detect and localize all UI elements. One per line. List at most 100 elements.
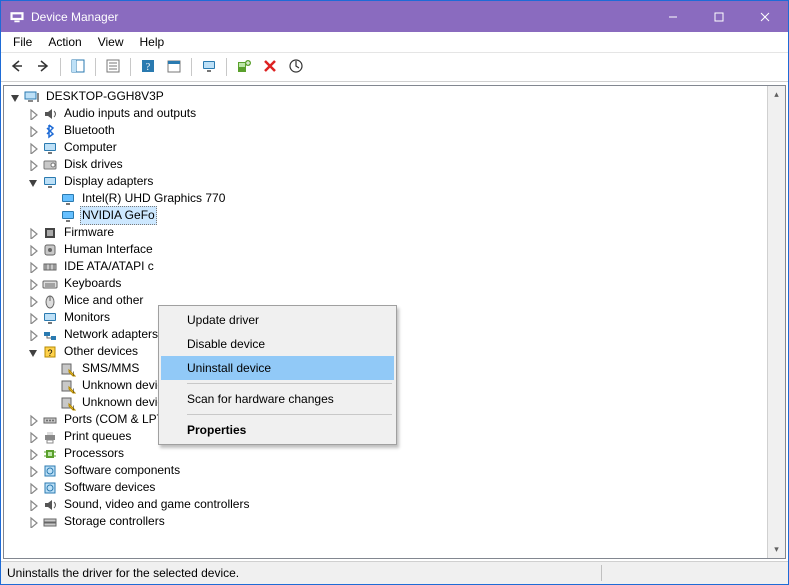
mouse-icon bbox=[42, 293, 58, 309]
tree-expander-icon[interactable] bbox=[26, 175, 40, 189]
scroll-up-icon[interactable]: ▴ bbox=[768, 86, 785, 103]
tree-node[interactable]: Software components bbox=[8, 462, 768, 479]
bluetooth-icon bbox=[42, 123, 58, 139]
other-icon: ? bbox=[42, 344, 58, 360]
context-menu[interactable]: Update driverDisable deviceUninstall dev… bbox=[158, 305, 397, 445]
tree-node-label: Software components bbox=[62, 462, 182, 479]
tree-expander-icon[interactable] bbox=[26, 515, 40, 529]
tree-expander-icon[interactable] bbox=[26, 413, 40, 427]
tree-expander-icon[interactable] bbox=[26, 141, 40, 155]
toolbar-separator bbox=[226, 58, 227, 76]
context-menu-item[interactable]: Scan for hardware changes bbox=[161, 387, 394, 411]
tree-expander-icon[interactable] bbox=[26, 226, 40, 240]
menu-file[interactable]: File bbox=[5, 33, 40, 51]
statusbar: Uninstalls the driver for the selected d… bbox=[1, 561, 788, 584]
unknown-warn-icon: ! bbox=[60, 395, 76, 411]
tree-expander-icon[interactable] bbox=[26, 328, 40, 342]
tree-node[interactable]: Sound, video and game controllers bbox=[8, 496, 768, 513]
window-root: Device Manager File Action View Help ? D… bbox=[0, 0, 789, 585]
properties-button[interactable] bbox=[101, 55, 125, 79]
port-icon bbox=[42, 412, 58, 428]
help-button[interactable]: ? bbox=[136, 55, 160, 79]
context-menu-item[interactable]: Properties bbox=[161, 418, 394, 442]
menu-action[interactable]: Action bbox=[40, 33, 89, 51]
tree-expander-icon[interactable] bbox=[26, 498, 40, 512]
tree-node[interactable]: Display adapters bbox=[8, 173, 768, 190]
menu-help[interactable]: Help bbox=[132, 33, 173, 51]
minimize-button[interactable] bbox=[650, 1, 696, 32]
delete-icon bbox=[262, 58, 278, 77]
maximize-button[interactable] bbox=[696, 1, 742, 32]
tree-node[interactable]: Bluetooth bbox=[8, 122, 768, 139]
tree-expander-icon[interactable] bbox=[26, 243, 40, 257]
context-menu-item[interactable]: Uninstall device bbox=[161, 356, 394, 380]
tree-node[interactable]: Computer bbox=[8, 139, 768, 156]
tree-expander-icon[interactable] bbox=[26, 447, 40, 461]
tree-node-label: Computer bbox=[62, 139, 119, 156]
tree-node[interactable]: DESKTOP-GGH8V3P bbox=[8, 88, 768, 105]
tree-node-label: Firmware bbox=[62, 224, 116, 241]
tree-node-label: NVIDIA GeFo bbox=[80, 206, 157, 225]
scroll-down-icon[interactable]: ▾ bbox=[768, 541, 785, 558]
computer-icon bbox=[24, 89, 40, 105]
tree-node-label: Software devices bbox=[62, 479, 157, 496]
tree-node[interactable]: Disk drives bbox=[8, 156, 768, 173]
tree-node[interactable]: Keyboards bbox=[8, 275, 768, 292]
nav-back-button[interactable] bbox=[5, 55, 29, 79]
tree-node[interactable]: Human Interface bbox=[8, 241, 768, 258]
context-menu-item[interactable]: Update driver bbox=[161, 308, 394, 332]
tree-expander-icon[interactable] bbox=[26, 277, 40, 291]
tree-node-label: IDE ATA/ATAPI c bbox=[62, 258, 156, 275]
tree-node[interactable]: Storage controllers bbox=[8, 513, 768, 530]
unknown-warn-icon: ! bbox=[60, 361, 76, 377]
cpu-icon bbox=[42, 446, 58, 462]
svg-text:?: ? bbox=[146, 62, 151, 73]
tree-node-label: DESKTOP-GGH8V3P bbox=[44, 88, 166, 105]
tree-expander-icon[interactable] bbox=[26, 124, 40, 138]
monitor-icon bbox=[201, 58, 217, 77]
statusbar-text: Uninstalls the driver for the selected d… bbox=[7, 566, 239, 580]
tree-node[interactable]: Audio inputs and outputs bbox=[8, 105, 768, 122]
keyboard-icon bbox=[42, 276, 58, 292]
tree-node[interactable]: Processors bbox=[8, 445, 768, 462]
vertical-scrollbar[interactable]: ▴ ▾ bbox=[767, 86, 785, 558]
tree-node[interactable]: Intel(R) UHD Graphics 770 bbox=[8, 190, 768, 207]
menu-view[interactable]: View bbox=[90, 33, 132, 51]
nav-back-icon bbox=[9, 58, 25, 77]
tree-expander-icon[interactable] bbox=[26, 311, 40, 325]
titlebar[interactable]: Device Manager bbox=[1, 1, 788, 32]
toolbar-separator bbox=[191, 58, 192, 76]
context-menu-item[interactable]: Disable device bbox=[161, 332, 394, 356]
tree-expander-icon[interactable] bbox=[26, 107, 40, 121]
window-buttons bbox=[650, 1, 788, 32]
tree-expander-icon[interactable] bbox=[26, 294, 40, 308]
tree-node-label: Sound, video and game controllers bbox=[62, 496, 251, 513]
tree-node[interactable]: IDE ATA/ATAPI c bbox=[8, 258, 768, 275]
device-add-button[interactable] bbox=[232, 55, 256, 79]
tree-expander-icon[interactable] bbox=[26, 481, 40, 495]
close-button[interactable] bbox=[742, 1, 788, 32]
tree-expander-icon[interactable] bbox=[26, 464, 40, 478]
calendar-button[interactable] bbox=[162, 55, 186, 79]
tree-expander-icon[interactable] bbox=[26, 345, 40, 359]
nav-forward-icon bbox=[35, 58, 51, 77]
unknown-warn-icon: ! bbox=[60, 378, 76, 394]
update-button[interactable] bbox=[284, 55, 308, 79]
menubar: File Action View Help bbox=[1, 32, 788, 53]
toolbar: ? bbox=[1, 53, 788, 82]
show-hide-tree-button[interactable] bbox=[66, 55, 90, 79]
nav-forward-button[interactable] bbox=[31, 55, 55, 79]
toolbar-separator bbox=[60, 58, 61, 76]
delete-button[interactable] bbox=[258, 55, 282, 79]
tree-expander-icon[interactable] bbox=[26, 430, 40, 444]
tree-expander-icon[interactable] bbox=[26, 260, 40, 274]
tree-node[interactable]: Software devices bbox=[8, 479, 768, 496]
tree-node[interactable]: NVIDIA GeFo bbox=[8, 207, 768, 224]
storage-icon bbox=[42, 514, 58, 530]
monitor-button[interactable] bbox=[197, 55, 221, 79]
tree-expander-icon[interactable] bbox=[8, 90, 22, 104]
tree-node-label: Human Interface bbox=[62, 241, 155, 258]
tree-node-label: Monitors bbox=[62, 309, 112, 326]
tree-expander-icon[interactable] bbox=[26, 158, 40, 172]
tree-node[interactable]: Firmware bbox=[8, 224, 768, 241]
